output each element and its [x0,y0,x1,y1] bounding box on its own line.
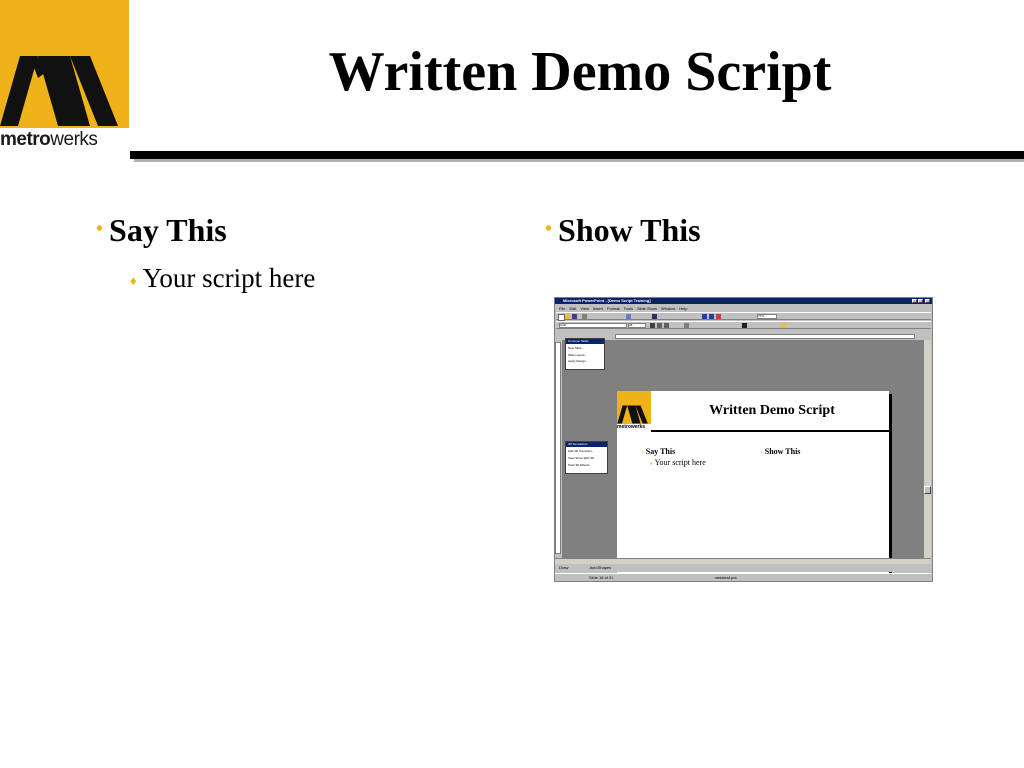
bullet-dot-icon: • [96,218,104,240]
common-tasks-pane: Common Tasks New Slide... Slide Layout..… [565,338,605,370]
mini-slide: metrowerks Written Demo Script • Say This… [617,391,889,581]
align-icon [684,323,689,328]
powerpoint-screenshot: Microsoft PowerPoint - [Demo Script Trai… [554,297,933,582]
window-title-bar: Microsoft PowerPoint - [Demo Script Trai… [555,298,932,304]
bullet-dot-icon: • [545,218,553,240]
table-icon [626,314,631,319]
bold-icon [650,323,655,328]
animation-icon [781,323,786,328]
font-grow-icon [742,323,747,328]
font-size-box: 28 [628,323,646,328]
say-this-heading: • Say This [96,212,227,248]
title-divider [130,151,1024,159]
vertical-ruler [555,342,561,554]
metrowerks-logo: metrowerks [0,0,129,152]
mini-show-this: • Show This [761,447,801,456]
font-name-box: Arial [559,323,627,328]
zoom-box: 77% [757,314,777,319]
open-icon [565,314,570,319]
save-icon [572,314,577,319]
slide-title: Written Demo Script [328,41,832,103]
drawing-toolbar: Draw AutoShapes [555,564,931,572]
status-bar: Slide 16 of 21 metatest.pot [555,573,931,581]
horizontal-ruler [615,334,915,339]
slide-workspace: metrowerks Written Demo Script • Say This… [562,340,924,581]
chart-icon [702,314,707,319]
show-this-heading: • Show This [545,212,701,248]
undo-icon [652,314,657,319]
close-icon [925,299,930,303]
mini-script-item: ♦ Your script here [650,458,706,467]
logo-wordmark: metrowerks [0,128,129,152]
new-icon [558,314,565,321]
color-icon [716,314,721,319]
mini-logo: metrowerks [617,391,651,431]
3d-sensations-pane: 3D Sensations Add 3D Transition... View … [565,441,608,474]
print-icon [582,314,587,319]
maximize-icon [918,299,923,303]
mini-say-this: • Say This [642,447,676,456]
underline-icon [664,323,669,328]
vertical-scrollbar [924,340,931,558]
minimize-icon [912,299,917,303]
mini-slide-title: Written Demo Script [709,403,835,418]
logo-mark-icon [617,405,648,424]
mini-divider [651,430,889,432]
italic-icon [657,323,662,328]
diamond-bullet-icon: ♦ [130,273,137,288]
say-this-item: ♦ Your script here [130,263,316,293]
formatting-toolbar: Arial 28 [556,321,931,329]
standard-toolbar: 77% [556,312,931,321]
logo-mark-icon [0,56,118,126]
insert-table-icon [709,314,714,319]
title-divider-shadow [134,159,1024,162]
menu-bar: File Edit View Insert Format Tools Slide Show W… [559,306,688,311]
